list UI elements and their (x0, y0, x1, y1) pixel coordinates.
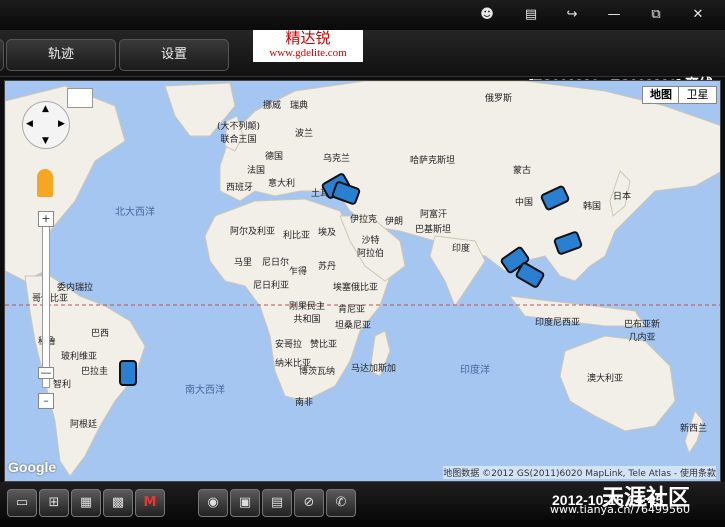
title-bar: ☻ ▤ ↪ — ⧉ ✕ (0, 0, 725, 30)
label-china: 中国 (515, 198, 534, 208)
label-korea: 韩国 (583, 202, 602, 212)
label-egypt: 埃及 (318, 228, 337, 238)
label-argentina: 阿根廷 (70, 420, 98, 430)
zoom-handle[interactable]: — (38, 367, 54, 379)
label-angola: 安哥拉 (275, 340, 303, 350)
logo-name: 精达锐 (285, 29, 331, 47)
label-south-africa: 南非 (295, 398, 314, 408)
label-brazil: 巴西 (91, 329, 110, 339)
minimize-icon[interactable]: — (601, 5, 627, 25)
label-chad: 乍得 (289, 267, 308, 277)
label-afghanistan: 阿富汗 (420, 210, 448, 220)
label-south-atlantic: 南大西洋 (185, 385, 225, 396)
view-quad-icon[interactable]: ⊞ (39, 489, 69, 517)
pan-control[interactable]: ▲ ▼ ◀ ▶ (22, 101, 70, 149)
stop-icon[interactable]: ⊘ (294, 489, 324, 517)
label-libya: 利比亚 (283, 231, 311, 241)
label-japan: 日本 (613, 192, 632, 202)
label-iran: 伊朗 (385, 217, 404, 227)
label-zambia: 赞比亚 (310, 340, 338, 350)
map-view[interactable]: 俄罗斯 挪威 瑞典 (大不列颠) 联合王国 波兰 德国 乌克兰 法国 意大利 西… (4, 80, 721, 482)
pan-up-icon[interactable]: ▲ (42, 104, 49, 114)
label-madagascar: 马达加斯加 (351, 364, 397, 374)
partial-button[interactable] (0, 39, 4, 71)
snapshot-icon[interactable]: ▣ (230, 489, 260, 517)
label-mongolia: 蒙古 (513, 166, 532, 176)
street-view-toggle[interactable] (67, 88, 93, 108)
label-saudi: 沙特 阿拉伯 (357, 236, 385, 259)
map-view-icon[interactable]: M (135, 489, 165, 517)
layout-icon[interactable]: ▤ (518, 5, 544, 25)
view-single-icon[interactable]: ▭ (7, 489, 37, 517)
map-attribution: 地图数据 ©2012 GS(2011)6020 MapLink, Tele At… (443, 466, 716, 479)
label-ethiopia: 埃塞俄比亚 (333, 283, 379, 293)
intercom-icon[interactable]: ✆ (326, 489, 356, 517)
settings-button[interactable]: 设置 (119, 39, 229, 71)
map-type-satellite-button[interactable]: 卫星 (678, 86, 717, 104)
watermark-url: www.tianya.cn/76499560 (550, 503, 691, 516)
close-icon[interactable]: ✕ (685, 5, 711, 25)
view-sixteen-icon[interactable]: ▩ (103, 489, 133, 517)
label-iraq: 伊拉克 (350, 215, 378, 225)
zoom-out-icon[interactable]: – (38, 393, 54, 409)
exit-icon[interactable]: ↪ (559, 5, 585, 25)
pan-left-icon[interactable]: ◀ (26, 119, 33, 129)
label-india: 印度 (452, 244, 471, 254)
label-germany: 德国 (265, 152, 284, 162)
label-tanzania: 坦桑尼亚 (335, 321, 372, 331)
vehicle-marker[interactable] (119, 360, 137, 386)
label-png: 巴布亚新 几内亚 (624, 320, 661, 343)
pan-right-icon[interactable]: ▶ (58, 119, 65, 129)
label-russia: 俄罗斯 (485, 94, 513, 104)
label-niger: 尼日尔 (262, 258, 290, 268)
label-france: 法国 (247, 166, 266, 176)
restore-icon[interactable]: ⧉ (643, 5, 669, 25)
label-drc: 刚果民主 共和国 (289, 302, 326, 325)
view-nine-icon[interactable]: ▦ (71, 489, 101, 517)
label-north-atlantic: 北大西洋 (115, 207, 155, 218)
label-norway: 挪威 (263, 101, 282, 111)
label-indian-ocean: 印度洋 (460, 365, 490, 376)
zoom-slider[interactable] (42, 221, 50, 388)
label-mali: 马里 (234, 258, 253, 268)
label-algeria: 阿尔及利亚 (230, 227, 276, 237)
users-icon[interactable]: ☻ (474, 5, 500, 25)
map-type-map-button[interactable]: 地图 (642, 86, 680, 104)
label-new-zealand: 新西兰 (680, 424, 708, 434)
label-italy: 意大利 (268, 179, 296, 189)
label-paraguay: 巴拉圭 (81, 367, 109, 377)
track-button[interactable]: 轨迹 (6, 39, 116, 71)
zoom-in-icon[interactable]: + (38, 211, 54, 227)
label-uk: (大不列颠) 联合王国 (217, 122, 261, 145)
label-bolivia: 玻利维亚 (61, 352, 98, 362)
playback-icon[interactable]: ▤ (262, 489, 292, 517)
pan-down-icon[interactable]: ▼ (42, 136, 49, 146)
pegman-icon[interactable] (37, 169, 53, 197)
record-icon[interactable]: ◉ (198, 489, 228, 517)
google-logo: Google (8, 459, 57, 475)
label-sweden: 瑞典 (290, 101, 309, 111)
label-chile: 智利 (53, 380, 72, 390)
label-indonesia: 印度尼西亚 (535, 318, 581, 328)
label-botswana: 博茨瓦纳 (299, 367, 336, 377)
label-kazakhstan: 哈萨克斯坦 (410, 156, 456, 166)
label-sudan: 苏丹 (318, 262, 337, 272)
label-ukraine: 乌克兰 (323, 154, 351, 164)
logo-url: www.gdelite.com (269, 47, 347, 59)
label-pakistan: 巴基斯坦 (415, 225, 452, 235)
label-nigeria: 尼日利亚 (253, 281, 290, 291)
label-colombia: 哥伦比亚 (32, 294, 69, 304)
label-australia: 澳大利亚 (587, 374, 624, 384)
label-poland: 波兰 (295, 129, 314, 139)
label-spain: 西班牙 (226, 183, 254, 193)
label-kenya: 肯尼亚 (338, 305, 366, 315)
logo: 精达锐 www.gdelite.com (253, 30, 363, 62)
